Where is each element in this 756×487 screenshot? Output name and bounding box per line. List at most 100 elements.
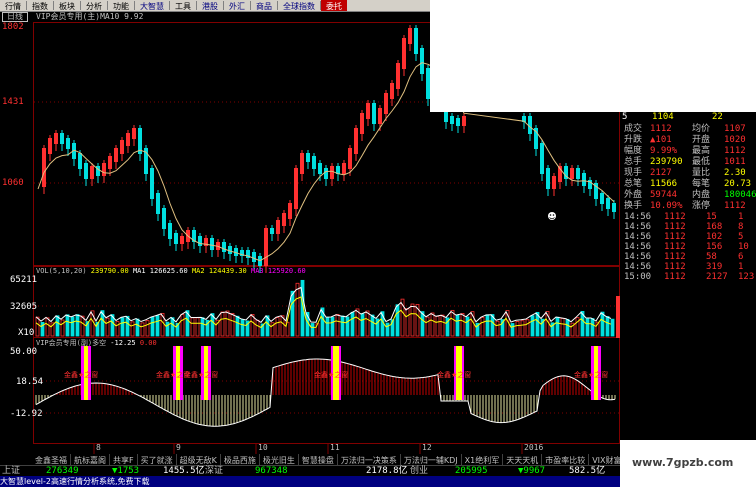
volume-bar (605, 316, 610, 337)
tick-time: 14:56 (624, 252, 652, 262)
candle (540, 143, 544, 174)
candle (390, 83, 394, 99)
candle (168, 223, 172, 239)
candle (228, 246, 232, 254)
candle (462, 116, 466, 126)
menu-item-6[interactable]: 工具 (170, 0, 196, 11)
y-label-low: 1060 (2, 178, 24, 188)
volume-bar (135, 318, 140, 337)
signal-label: 金鑫★之窗 (437, 371, 472, 379)
volume-bar (610, 318, 615, 337)
volume-bar (600, 311, 605, 337)
quote-value-2: 180046 (724, 190, 756, 200)
quote-value-2: 1112 (724, 201, 746, 211)
volume-bar (355, 308, 360, 337)
quote-value: 11566 (650, 179, 678, 189)
menu-item-1[interactable]: 指数 (27, 0, 53, 11)
tick-count: 123 (738, 272, 755, 282)
candle (414, 28, 418, 54)
volume-ma1: MA1 126625.60 (132, 267, 188, 275)
signal-label: 金鑫★之窗 (574, 371, 609, 379)
candle (114, 148, 118, 162)
x-axis-label: 12 (422, 443, 432, 452)
candle (54, 133, 58, 144)
candle (210, 238, 214, 250)
volume-bar (295, 282, 300, 337)
news-ticker[interactable]: 大智慧level-2高速行情分析系统,免费下载 (0, 476, 620, 487)
candle (294, 168, 298, 209)
quote-label-2: 最高 (692, 146, 711, 156)
candle (420, 48, 424, 74)
volume-bar (530, 315, 535, 337)
volume-bar (225, 310, 230, 337)
menu-item-9[interactable]: 商品 (251, 0, 277, 11)
blank-area (430, 0, 756, 112)
candle (612, 203, 616, 212)
volume-bar (200, 317, 205, 337)
candle (288, 203, 292, 219)
candle (264, 228, 268, 266)
candle (78, 153, 82, 169)
quote-label-2: 涨停 (692, 201, 711, 211)
period-button[interactable]: 日线 (2, 12, 28, 22)
candle (366, 103, 370, 119)
tick-row: 14:56 1112 58 6 (620, 252, 756, 262)
tick-count: 1 (738, 262, 744, 272)
candle (318, 163, 322, 174)
menu-item-5[interactable]: 大智慧 (135, 0, 169, 11)
quote-value: 9.99% (650, 146, 678, 156)
indicator-y-label-low: -12.92 (10, 409, 43, 419)
volume-bar (450, 309, 455, 337)
quote-header-b: 1104 (652, 112, 674, 122)
indicator-value-2: 0.00 (139, 339, 157, 347)
candle (600, 193, 604, 204)
candle (606, 198, 610, 209)
tick-row: 15:00 1112 2127 123 (620, 272, 756, 282)
status-bar: 上证 276349 ▼1753 1455.5亿 深证 967348 2178.8… (0, 465, 620, 476)
candle (552, 176, 556, 189)
menu-item-8[interactable]: 外汇 (224, 0, 250, 11)
volume-bar (275, 317, 280, 337)
volume-bar (75, 314, 80, 337)
menu-item-11[interactable]: 委托 (321, 0, 347, 11)
volume-bar (195, 317, 200, 337)
menu-item-7[interactable]: 港股 (197, 0, 223, 11)
volume-bar (555, 316, 560, 337)
volume-bar (130, 321, 135, 337)
volume-bar (410, 303, 415, 337)
volume-bar (70, 316, 75, 337)
volume-bar (235, 315, 240, 337)
tick-time: 14:56 (624, 242, 652, 252)
tick-price: 1112 (664, 252, 686, 262)
volume-caption: VOL(5,10,20) 239790.00 MA1 126625.60 MA2… (36, 266, 306, 276)
tick-count: 5 (738, 232, 744, 242)
volume-bar (350, 311, 355, 337)
menu-item-3[interactable]: 分析 (81, 0, 107, 11)
candle (408, 28, 412, 44)
volume-bar (290, 290, 295, 337)
tick-price: 1112 (664, 232, 686, 242)
quote-label: 总笔 (624, 179, 643, 189)
quote-label: 幅度 (624, 146, 643, 156)
volume-bar (395, 304, 400, 337)
watermark: www.7gpzb.com (632, 456, 734, 469)
quote-row: 换手 10.09% 涨停 1112 (620, 201, 756, 211)
candle (162, 208, 166, 229)
candle (48, 138, 52, 154)
candle (198, 236, 202, 246)
candle (330, 166, 334, 179)
tick-volume: 58 (706, 252, 717, 262)
candle (312, 156, 316, 169)
menu-item-2[interactable]: 板块 (54, 0, 80, 11)
menu-item-4[interactable]: 功能 (108, 0, 134, 11)
tick-count: 1 (738, 212, 744, 222)
candle (372, 103, 376, 124)
volume-bar (425, 316, 430, 337)
menu-item-10[interactable]: 全球指数 (278, 0, 320, 11)
menu-item-0[interactable]: 行情 (0, 0, 26, 11)
signal-label: 金鑫★之窗 (314, 371, 349, 379)
quote-row: 升跌 ▲101 开盘 1020 (620, 135, 756, 145)
tick-row: 14:56 1112 156 10 (620, 242, 756, 252)
volume-bar (150, 317, 155, 337)
tick-row: 14:56 1112 15 1 (620, 212, 756, 222)
